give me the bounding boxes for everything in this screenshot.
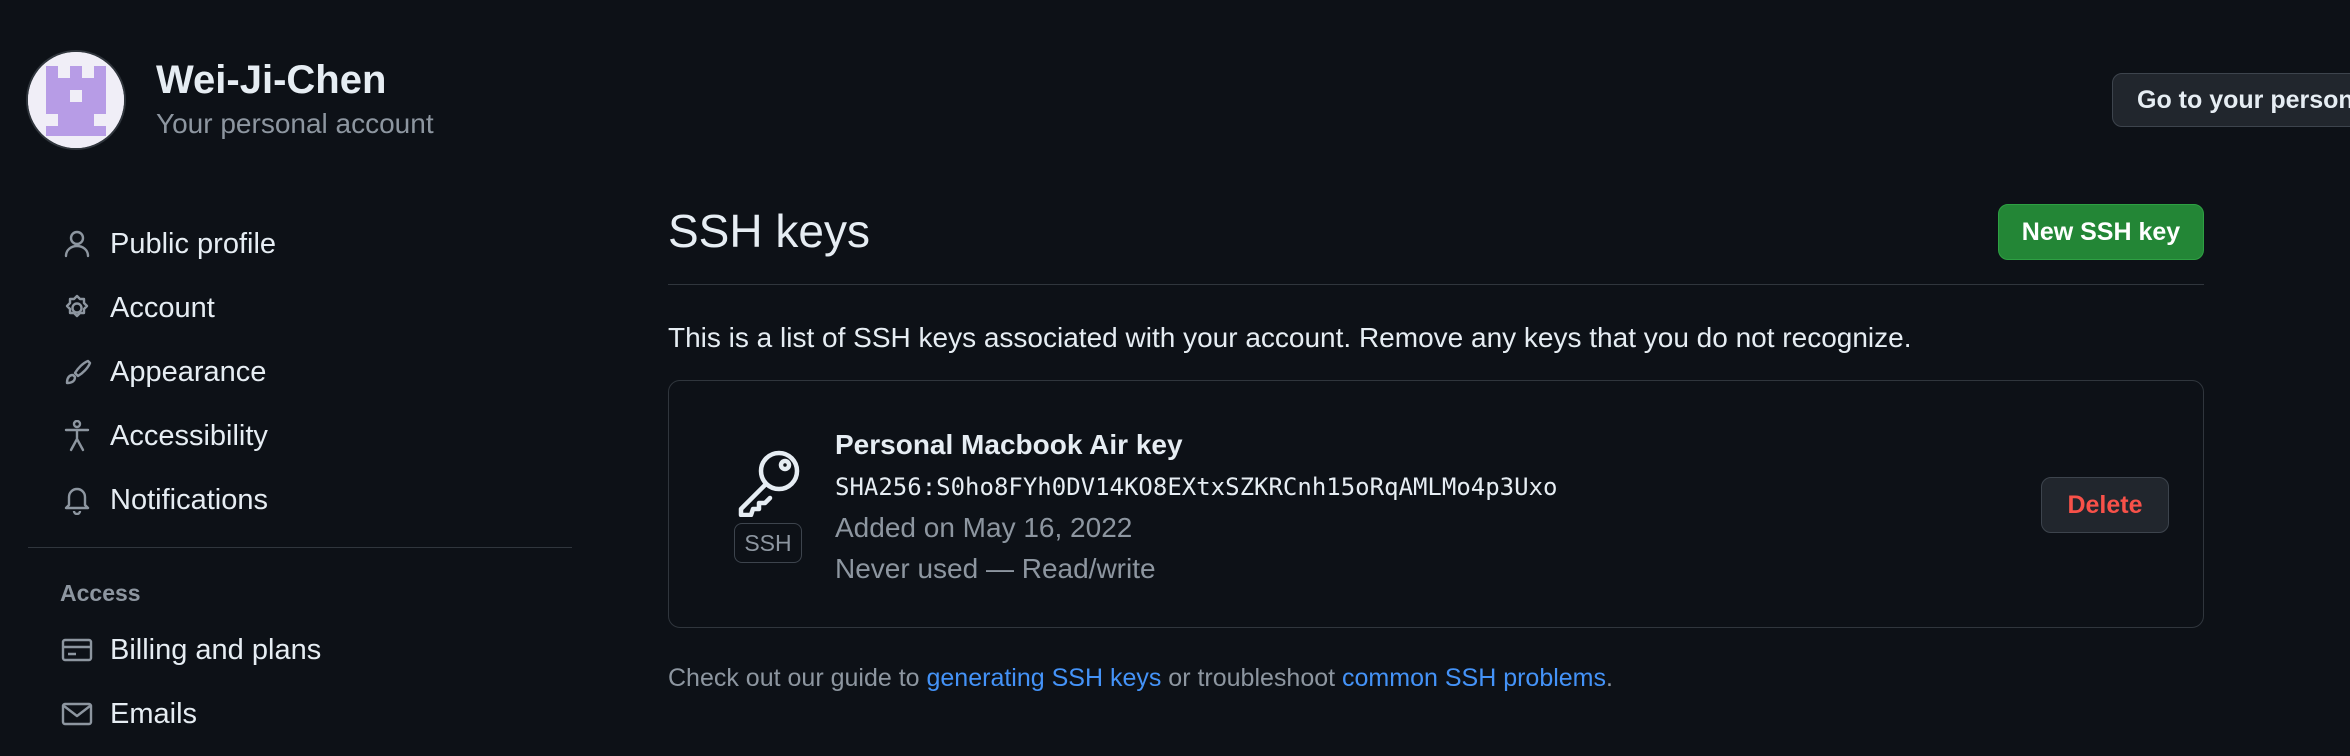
footer-note: Check out our guide to generating SSH ke… <box>668 664 1613 693</box>
sidebar-item-label: Appearance <box>110 355 267 388</box>
gear-icon <box>60 291 94 325</box>
sidebar-item-label: Account <box>110 291 215 324</box>
bell-icon <box>60 483 94 517</box>
footer-text-suffix: . <box>1606 664 1613 692</box>
sidebar-item-appearance[interactable]: Appearance <box>28 340 572 404</box>
sidebar-item-label: Notifications <box>110 483 268 516</box>
ssh-key-list-item: SSH Personal Macbook Air key SHA256:S0ho… <box>668 380 2204 628</box>
accessibility-icon <box>60 419 94 453</box>
sidebar-item-notifications[interactable]: Notifications <box>28 468 572 532</box>
new-ssh-key-button[interactable]: New SSH key <box>1998 204 2204 260</box>
footer-text-middle: or troubleshoot <box>1161 664 1343 692</box>
title-divider <box>668 284 2204 285</box>
sidebar-item-account[interactable]: Account <box>28 276 572 340</box>
credit-card-icon <box>60 633 94 667</box>
sidebar-item-label: Public profile <box>110 227 277 260</box>
sidebar-item-label: Accessibility <box>110 419 268 452</box>
footer-text-prefix: Check out our guide to <box>668 664 927 692</box>
account-name[interactable]: Wei-Ji-Chen <box>156 58 386 103</box>
main-content: SSH keys New SSH key This is a list of S… <box>668 0 2204 756</box>
settings-sidebar: Public profile Account Appearance Access… <box>28 212 572 746</box>
page-description: This is a list of SSH keys associated wi… <box>668 322 1912 353</box>
sidebar-item-accessibility[interactable]: Accessibility <box>28 404 572 468</box>
sidebar-item-billing[interactable]: Billing and plans <box>28 618 572 682</box>
generating-ssh-keys-link[interactable]: generating SSH keys <box>927 664 1162 692</box>
key-title: Personal Macbook Air key <box>835 429 1183 460</box>
key-icon <box>733 445 805 522</box>
mail-icon <box>60 697 94 731</box>
ssh-badge: SSH <box>734 523 802 563</box>
sidebar-item-public-profile[interactable]: Public profile <box>28 212 572 276</box>
key-added-date: Added on May 16, 2022 <box>835 512 1133 543</box>
sidebar-divider <box>28 547 572 548</box>
delete-key-button[interactable]: Delete <box>2041 477 2169 533</box>
person-icon <box>60 227 94 261</box>
identicon-image <box>28 52 124 148</box>
key-fingerprint: SHA256:S0ho8FYh0DV14KO8EXtxSZKRCnh15oRqA… <box>835 473 1558 501</box>
sidebar-item-label: Emails <box>110 697 198 730</box>
sidebar-item-label: Billing and plans <box>110 633 322 666</box>
avatar[interactable] <box>28 52 124 148</box>
sidebar-heading-access: Access <box>60 580 141 606</box>
sidebar-item-emails[interactable]: Emails <box>28 682 572 746</box>
paintbrush-icon <box>60 355 94 389</box>
account-subtitle: Your personal account <box>156 108 434 139</box>
key-usage: Never used — Read/write <box>835 553 1156 584</box>
common-ssh-problems-link[interactable]: common SSH problems <box>1342 664 1606 692</box>
page-title: SSH keys <box>668 205 870 257</box>
